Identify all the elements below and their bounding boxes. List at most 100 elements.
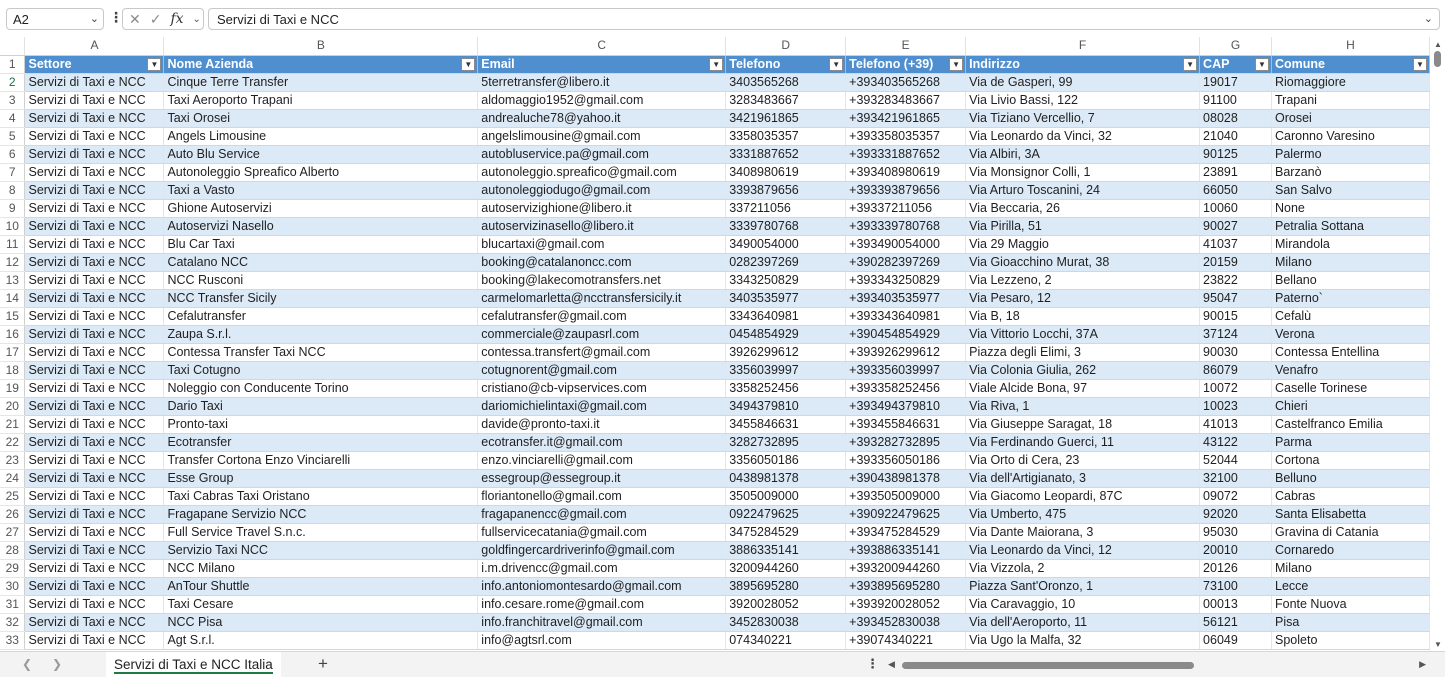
- table-cell[interactable]: Via de Gasperi, 99: [965, 73, 1201, 92]
- table-cell[interactable]: +393452830038: [845, 613, 967, 632]
- table-cell[interactable]: 3886335141: [725, 541, 847, 560]
- cancel-icon[interactable]: ✕: [129, 11, 141, 28]
- table-cell[interactable]: Servizi di Taxi e NCC: [24, 91, 165, 110]
- table-cell[interactable]: 3358035357: [725, 127, 847, 146]
- table-cell[interactable]: Via B, 18: [965, 307, 1201, 326]
- table-cell[interactable]: 08028: [1199, 109, 1272, 128]
- table-cell[interactable]: goldfingercardriverinfo@gmail.com: [477, 541, 727, 560]
- table-cell[interactable]: Servizi di Taxi e NCC: [24, 469, 165, 488]
- table-cell[interactable]: Petralia Sottana: [1271, 217, 1430, 236]
- scroll-left-icon[interactable]: ◀: [888, 659, 895, 670]
- table-cell[interactable]: Palermo: [1271, 145, 1430, 164]
- table-cell[interactable]: cefalutransfer@gmail.com: [477, 307, 727, 326]
- row-number[interactable]: 8: [0, 181, 26, 200]
- table-cell[interactable]: 90030: [1199, 343, 1272, 362]
- table-cell[interactable]: Servizi di Taxi e NCC: [24, 343, 165, 362]
- table-cell[interactable]: Servizi di Taxi e NCC: [24, 199, 165, 218]
- table-cell[interactable]: Servizi di Taxi e NCC: [24, 487, 165, 506]
- table-cell[interactable]: davide@pronto-taxi.it: [477, 415, 727, 434]
- table-cell[interactable]: 3455846631: [725, 415, 847, 434]
- table-cell[interactable]: Cefalutransfer: [163, 307, 479, 326]
- table-cell[interactable]: Servizio Taxi NCC: [163, 541, 479, 560]
- table-cell[interactable]: +39337211056: [845, 199, 967, 218]
- row-number[interactable]: 30: [0, 577, 26, 596]
- table-cell[interactable]: 3490054000: [725, 235, 847, 254]
- table-cell[interactable]: 3393879656: [725, 181, 847, 200]
- table-cell[interactable]: +393895695280: [845, 577, 967, 596]
- table-cell[interactable]: +393343250829: [845, 271, 967, 290]
- table-cell[interactable]: +393403535977: [845, 289, 967, 308]
- table-cell[interactable]: 0282397269: [725, 253, 847, 272]
- column-header-c[interactable]: C: [477, 37, 727, 56]
- table-cell[interactable]: 3343250829: [725, 271, 847, 290]
- table-cell[interactable]: Pisa: [1271, 613, 1430, 632]
- table-cell[interactable]: Servizi di Taxi e NCC: [24, 127, 165, 146]
- table-cell[interactable]: 90027: [1199, 217, 1272, 236]
- table-cell[interactable]: 3403535977: [725, 289, 847, 308]
- table-cell[interactable]: Via Arturo Toscanini, 24: [965, 181, 1201, 200]
- table-cell[interactable]: Noleggio con Conducente Torino: [163, 379, 479, 398]
- formula-input[interactable]: Servizi di Taxi e NCC ⌄: [208, 8, 1440, 30]
- table-cell[interactable]: Ecotransfer: [163, 433, 479, 452]
- table-cell[interactable]: Via 29 Maggio: [965, 235, 1201, 254]
- next-sheet-icon[interactable]: ❯: [52, 657, 62, 671]
- table-cell[interactable]: Via dell'Aeroporto, 11: [965, 613, 1201, 632]
- vertical-scrollbar[interactable]: ▲ ▼: [1430, 37, 1445, 651]
- table-cell[interactable]: Cornaredo: [1271, 541, 1430, 560]
- table-cell[interactable]: cotugnorent@gmail.com: [477, 361, 727, 380]
- table-cell[interactable]: Via Giacomo Leopardi, 87C: [965, 487, 1201, 506]
- table-cell[interactable]: 0454854929: [725, 325, 847, 344]
- table-cell[interactable]: Catalano NCC: [163, 253, 479, 272]
- row-number[interactable]: 29: [0, 559, 26, 578]
- row-number[interactable]: 20: [0, 397, 26, 416]
- row-number[interactable]: 7: [0, 163, 26, 182]
- table-cell[interactable]: 66050: [1199, 181, 1272, 200]
- table-cell[interactable]: Zaupa S.r.l.: [163, 325, 479, 344]
- table-cell[interactable]: 37124: [1199, 325, 1272, 344]
- table-cell[interactable]: Servizi di Taxi e NCC: [24, 361, 165, 380]
- table-cell[interactable]: cristiano@cb-vipservices.com: [477, 379, 727, 398]
- table-cell[interactable]: 3200944260: [725, 559, 847, 578]
- table-cell[interactable]: Taxi a Vasto: [163, 181, 479, 200]
- table-cell[interactable]: Servizi di Taxi e NCC: [24, 379, 165, 398]
- table-cell[interactable]: Cefalù: [1271, 307, 1430, 326]
- table-cell[interactable]: Agt S.r.l.: [163, 631, 479, 650]
- table-cell[interactable]: Via Monsignor Colli, 1: [965, 163, 1201, 182]
- table-cell[interactable]: info.franchitravel@gmail.com: [477, 613, 727, 632]
- table-cell[interactable]: Piazza Sant'Oronzo, 1: [965, 577, 1201, 596]
- table-cell[interactable]: Servizi di Taxi e NCC: [24, 109, 165, 128]
- table-cell[interactable]: +393393879656: [845, 181, 967, 200]
- table-cell[interactable]: 23891: [1199, 163, 1272, 182]
- table-cell[interactable]: 41037: [1199, 235, 1272, 254]
- filter-dropdown-icon[interactable]: ▼: [949, 57, 964, 71]
- scroll-up-icon[interactable]: ▲: [1434, 40, 1442, 49]
- row-number[interactable]: 1: [0, 55, 26, 74]
- table-cell[interactable]: Servizi di Taxi e NCC: [24, 235, 165, 254]
- table-cell[interactable]: essegroup@essegroup.it: [477, 469, 727, 488]
- table-cell[interactable]: Dario Taxi: [163, 397, 479, 416]
- table-cell[interactable]: Servizi di Taxi e NCC: [24, 289, 165, 308]
- table-cell[interactable]: Parma: [1271, 433, 1430, 452]
- header-cell[interactable]: Comune ▼: [1271, 55, 1430, 74]
- column-header-f[interactable]: F: [965, 37, 1201, 56]
- header-cell[interactable]: Nome Azienda ▼: [163, 55, 479, 74]
- table-cell[interactable]: Via Pesaro, 12: [965, 289, 1201, 308]
- row-number[interactable]: 22: [0, 433, 26, 452]
- table-cell[interactable]: Servizi di Taxi e NCC: [24, 397, 165, 416]
- table-cell[interactable]: 0438981378: [725, 469, 847, 488]
- table-cell[interactable]: Taxi Orosei: [163, 109, 479, 128]
- table-cell[interactable]: dariomichielintaxi@gmail.com: [477, 397, 727, 416]
- table-cell[interactable]: 73100: [1199, 577, 1272, 596]
- row-number[interactable]: 14: [0, 289, 26, 308]
- table-cell[interactable]: Santa Elisabetta: [1271, 505, 1430, 524]
- table-cell[interactable]: Orosei: [1271, 109, 1430, 128]
- row-number[interactable]: 15: [0, 307, 26, 326]
- column-header-g[interactable]: G: [1199, 37, 1272, 56]
- table-cell[interactable]: 3452830038: [725, 613, 847, 632]
- table-cell[interactable]: Via Ferdinando Guerci, 11: [965, 433, 1201, 452]
- table-cell[interactable]: 00013: [1199, 595, 1272, 614]
- table-cell[interactable]: Pronto-taxi: [163, 415, 479, 434]
- table-cell[interactable]: Full Service Travel S.n.c.: [163, 523, 479, 542]
- table-cell[interactable]: Servizi di Taxi e NCC: [24, 577, 165, 596]
- table-cell[interactable]: Viale Alcide Bona, 97: [965, 379, 1201, 398]
